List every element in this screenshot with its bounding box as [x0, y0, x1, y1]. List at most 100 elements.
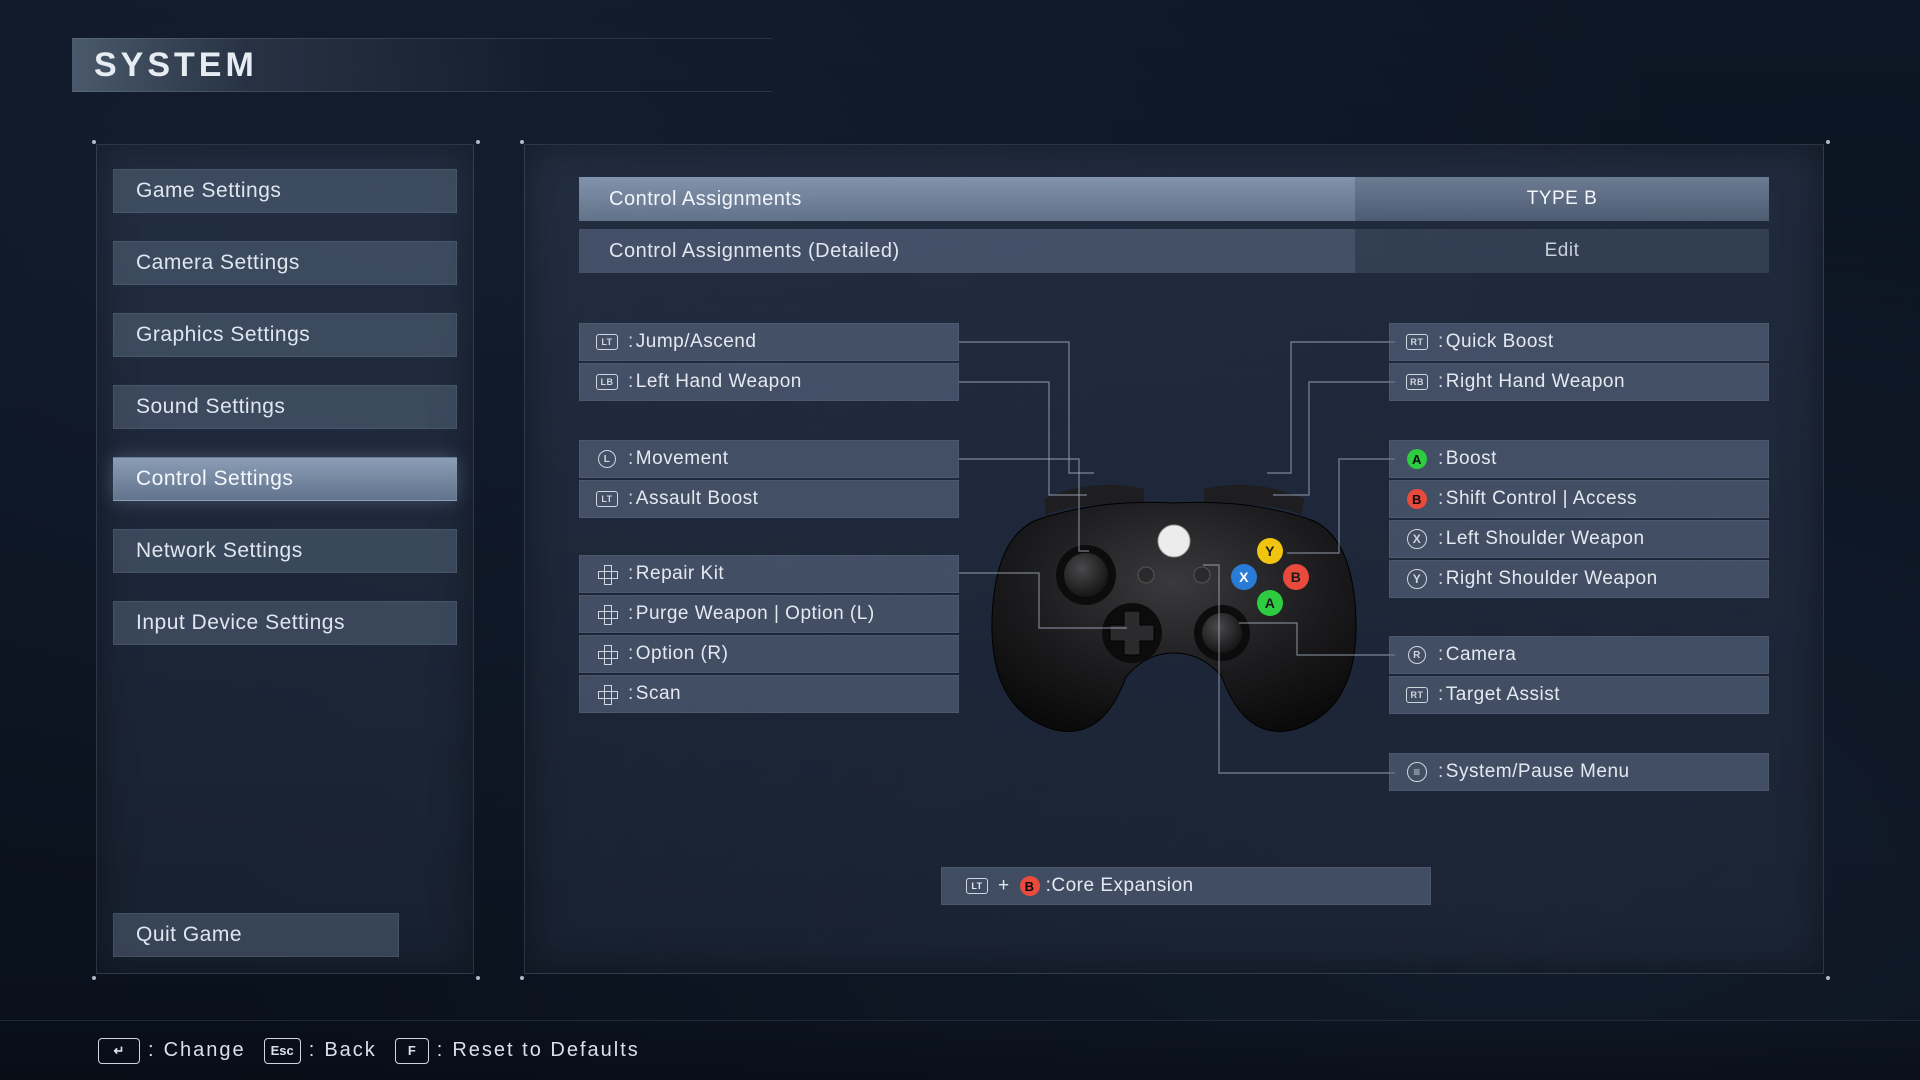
hint-back-label: Back [324, 1039, 376, 1062]
sidebar-panel: Game Settings Camera Settings Graphics Set… [96, 144, 474, 974]
option-row-0[interactable]: Control AssignmentsTYPE B [579, 177, 1769, 221]
map-left-jump-ascend: LT:Jump/Ascend [579, 323, 959, 361]
sidebar-item-sound-settings[interactable]: Sound Settings [113, 385, 457, 429]
svg-text:A: A [1265, 595, 1276, 611]
map-right-target-assist: RT:Target Assist [1389, 676, 1769, 714]
page-title-bar: SYSTEM [72, 38, 772, 92]
map-label: Purge Weapon | Option (L) [636, 603, 875, 625]
map-label: Repair Kit [636, 563, 724, 585]
dpad-icon [594, 563, 620, 585]
B-icon: B [1404, 488, 1430, 510]
hint-change-label: Change [164, 1039, 246, 1062]
page-title: SYSTEM [94, 46, 258, 85]
sidebar-menu: Game Settings Camera Settings Graphics Set… [113, 169, 457, 645]
Y-icon: Y [1404, 568, 1430, 590]
A-icon: A [1404, 448, 1430, 470]
map-left-left-hand-weapon: LB:Left Hand Weapon [579, 363, 959, 401]
≡-icon: ≡ [1404, 761, 1430, 783]
map-label: System/Pause Menu [1446, 761, 1630, 783]
map-label: Option (R) [636, 643, 729, 665]
map-right-right-shoulder-weapon: Y:Right Shoulder Weapon [1389, 560, 1769, 598]
main-panel: Control AssignmentsTYPE BControl Assignm… [524, 144, 1824, 974]
map-label: Scan [636, 683, 681, 705]
option-label: Control Assignments (Detailed) [579, 229, 1355, 273]
combo-mapping: LT + B : Core Expansion [941, 867, 1431, 905]
plus-sign: + [998, 875, 1010, 897]
map-right-left-shoulder-weapon: X:Left Shoulder Weapon [1389, 520, 1769, 558]
option-row-1[interactable]: Control Assignments (Detailed)Edit [579, 229, 1769, 273]
option-value[interactable]: Edit [1355, 229, 1769, 273]
map-label: Camera [1446, 644, 1517, 666]
RT-icon: RT [1404, 331, 1430, 353]
map-right-boost: A:Boost [1389, 440, 1769, 478]
map-left-movement: L:Movement [579, 440, 959, 478]
option-value[interactable]: TYPE B [1355, 177, 1769, 221]
map-left-repair-kit: :Repair Kit [579, 555, 959, 593]
X-icon: X [1404, 528, 1430, 550]
sidebar-item-game-settings[interactable]: Game Settings [113, 169, 457, 213]
RB-icon: RB [1404, 371, 1430, 393]
sidebar-item-input-device-settings[interactable]: Input Device Settings [113, 601, 457, 645]
sidebar-item-control-settings[interactable]: Control Settings [113, 457, 457, 501]
map-label: Jump/Ascend [636, 331, 757, 353]
hint-change: ↵ :Change [98, 1038, 246, 1064]
map-left-purge-weapon-option-l-: :Purge Weapon | Option (L) [579, 595, 959, 633]
map-label: Left Hand Weapon [636, 371, 802, 393]
map-right-system-pause-menu: ≡:System/Pause Menu [1389, 753, 1769, 791]
map-left-assault-boost: LT:Assault Boost [579, 480, 959, 518]
quit-game-button[interactable]: Quit Game [113, 913, 399, 957]
map-right-quick-boost: RT:Quick Boost [1389, 323, 1769, 361]
quit-game-label: Quit Game [136, 923, 242, 947]
map-label: Quick Boost [1446, 331, 1554, 353]
LT-icon: LT [594, 331, 620, 353]
LT-icon: LT [594, 488, 620, 510]
map-label: Movement [636, 448, 729, 470]
map-label: Boost [1446, 448, 1497, 470]
footer-hints: ↵ :Change Esc :Back F :Reset to Defaults [0, 1020, 1920, 1080]
sidebar-item-label: Camera Settings [136, 251, 300, 275]
map-right-camera: R:Camera [1389, 636, 1769, 674]
svg-text:X: X [1239, 569, 1249, 585]
sidebar-item-network-settings[interactable]: Network Settings [113, 529, 457, 573]
option-label: Control Assignments [579, 177, 1355, 221]
dpad-icon [594, 643, 620, 665]
sidebar-item-label: Game Settings [136, 179, 281, 203]
controller-image: Y X B A [974, 471, 1374, 741]
LB-icon: LB [594, 371, 620, 393]
dpad-icon [594, 683, 620, 705]
map-right-shift-control-access: B:Shift Control | Access [1389, 480, 1769, 518]
combo-label: Core Expansion [1051, 875, 1193, 897]
sidebar-item-camera-settings[interactable]: Camera Settings [113, 241, 457, 285]
sidebar-item-graphics-settings[interactable]: Graphics Settings [113, 313, 457, 357]
svg-text:Y: Y [1265, 543, 1275, 559]
dpad-icon [594, 603, 620, 625]
map-left-scan: :Scan [579, 675, 959, 713]
sidebar-item-label: Sound Settings [136, 395, 285, 419]
top-options: Control AssignmentsTYPE BControl Assignm… [579, 177, 1769, 273]
map-label: Right Shoulder Weapon [1446, 568, 1658, 590]
f-key-icon: F [395, 1038, 429, 1064]
sidebar-item-label: Network Settings [136, 539, 303, 563]
hint-reset-label: Reset to Defaults [452, 1039, 639, 1062]
hint-reset: F :Reset to Defaults [395, 1038, 640, 1064]
sidebar-item-label: Graphics Settings [136, 323, 310, 347]
L-icon: L [594, 448, 620, 470]
map-right-right-hand-weapon: RB:Right Hand Weapon [1389, 363, 1769, 401]
map-label: Right Hand Weapon [1446, 371, 1625, 393]
sidebar-item-label: Control Settings [136, 467, 293, 491]
svg-text:B: B [1291, 569, 1302, 585]
b-button-icon: B [1020, 876, 1040, 896]
map-left-option-r-: :Option (R) [579, 635, 959, 673]
map-label: Target Assist [1446, 684, 1560, 706]
map-label: Left Shoulder Weapon [1446, 528, 1645, 550]
map-label: Assault Boost [636, 488, 759, 510]
mapping-area: Y X B A LT:Jump/AscendLB:L [579, 323, 1769, 943]
map-label: Shift Control | Access [1446, 488, 1637, 510]
R-icon: R [1404, 644, 1430, 666]
hint-back: Esc :Back [264, 1038, 377, 1064]
enter-key-icon: ↵ [98, 1038, 140, 1064]
RT-icon: RT [1404, 684, 1430, 706]
sidebar-item-label: Input Device Settings [136, 611, 345, 635]
esc-key-icon: Esc [264, 1038, 301, 1064]
lt-trigger-icon: LT [966, 878, 988, 894]
